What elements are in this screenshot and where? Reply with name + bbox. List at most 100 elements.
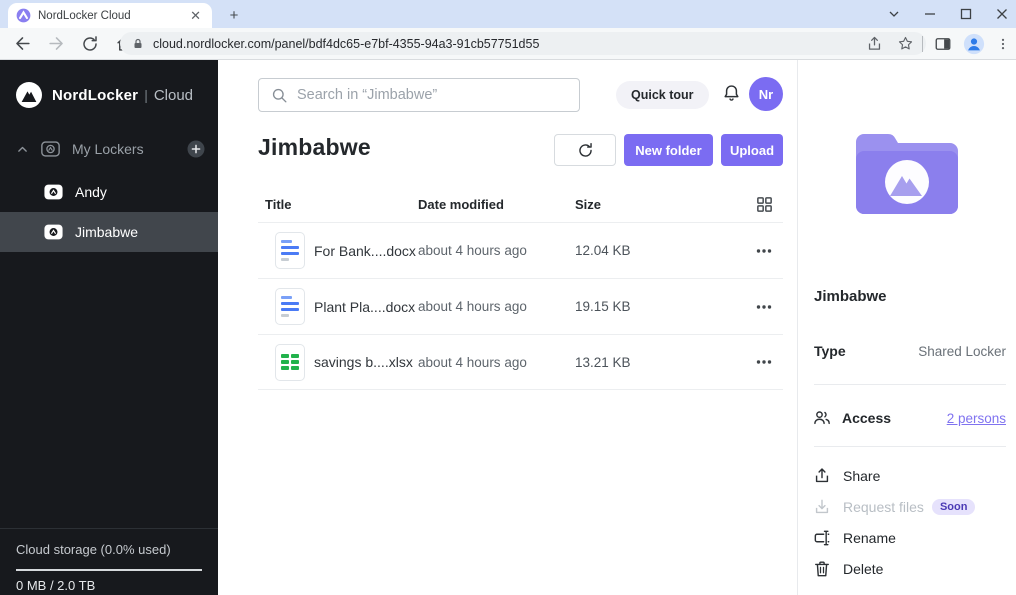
request-files-icon [812, 497, 832, 517]
quick-tour-button[interactable]: Quick tour [616, 81, 709, 109]
share-page-icon[interactable] [866, 35, 883, 52]
brand-suffix: Cloud [153, 86, 194, 104]
file-date: about 4 hours ago [418, 354, 527, 370]
new-tab-button[interactable]: + [224, 5, 244, 25]
file-table: Title Date modified Size For Bank....doc… [258, 186, 783, 390]
site-favicon [16, 8, 31, 23]
access-label: Access [842, 410, 892, 426]
file-size: 12.04 KB [575, 243, 631, 258]
share-label: Share [843, 468, 881, 484]
rename-action[interactable]: Rename [812, 526, 1008, 550]
sidebar-item-locker-jimbabwe[interactable]: Jimbabwe [0, 212, 218, 252]
sidebar-section-label: My Lockers [72, 141, 144, 157]
sidebar: NordLocker | Cloud My Lockers Andy Jimba… [0, 60, 218, 595]
share-icon [812, 466, 832, 486]
add-locker-icon[interactable] [187, 140, 205, 158]
divider [814, 384, 1006, 385]
docx-file-icon [275, 288, 305, 325]
delete-action[interactable]: Delete [812, 557, 1008, 581]
window-maximize-icon[interactable] [960, 8, 972, 20]
locker-outline-icon [41, 141, 60, 157]
window-minimize-icon[interactable] [924, 8, 936, 20]
address-bar[interactable]: cloud.nordlocker.com/panel/bdf4dc65-e7bf… [120, 32, 926, 55]
column-size[interactable]: Size [575, 197, 745, 212]
user-avatar[interactable]: Nr [749, 77, 783, 111]
main-panel: Quick tour Nr Jimbabwe New folder Upload… [218, 60, 797, 595]
sidebar-item-locker-andy[interactable]: Andy [0, 172, 218, 212]
tab-search-chevron-icon[interactable] [888, 8, 900, 20]
sidebar-item-my-lockers[interactable]: My Lockers [0, 130, 218, 168]
trash-icon [812, 559, 832, 579]
docx-file-icon [275, 232, 305, 269]
row-more-icon[interactable] [756, 359, 772, 365]
file-date: about 4 hours ago [418, 243, 527, 258]
grid-view-icon[interactable] [755, 195, 774, 214]
browser-toolbar: cloud.nordlocker.com/panel/bdf4dc65-e7bf… [0, 28, 1016, 60]
details-access-row: Access 2 persons [812, 405, 1006, 431]
forward-icon[interactable] [44, 32, 68, 56]
side-panel-icon[interactable] [934, 35, 952, 53]
row-more-icon[interactable] [756, 304, 772, 310]
browser-tab-strip: NordLocker Cloud ✕ + [0, 0, 1016, 28]
back-icon[interactable] [10, 32, 34, 56]
new-folder-button[interactable]: New folder [624, 134, 713, 166]
brand-divider: | [144, 87, 148, 103]
chevron-up-icon[interactable] [16, 143, 29, 156]
storage-usage: 0 MB / 2.0 TB [16, 578, 96, 593]
file-row[interactable]: savings b....xlsx about 4 hours ago 13.2… [258, 334, 783, 390]
file-size: 13.21 KB [575, 354, 631, 370]
share-action[interactable]: Share [812, 464, 1008, 488]
file-date: about 4 hours ago [418, 299, 527, 314]
locker-name: Andy [75, 184, 107, 200]
bookmark-star-icon[interactable] [897, 35, 914, 52]
storage-meter: Cloud storage (0.0% used) 0 MB / 2.0 TB [0, 528, 218, 595]
details-actions: Share Request files Soon Rename Delete [812, 464, 1008, 581]
browser-menu-icon[interactable] [996, 36, 1010, 52]
column-date-modified[interactable]: Date modified [418, 197, 575, 212]
access-persons-link[interactable]: 2 persons [947, 411, 1006, 426]
window-close-icon[interactable] [996, 8, 1008, 20]
rename-icon [812, 528, 832, 548]
file-name[interactable]: savings b....xlsx [314, 354, 418, 370]
request-files-action: Request files Soon [812, 495, 1008, 519]
tab-title: NordLocker Cloud [38, 9, 131, 22]
row-more-icon[interactable] [756, 248, 772, 254]
toolbar-divider [922, 36, 923, 52]
table-header: Title Date modified Size [258, 186, 783, 222]
type-label: Type [814, 343, 846, 359]
request-files-label: Request files [843, 499, 924, 515]
refresh-button[interactable] [554, 134, 616, 166]
column-title[interactable]: Title [258, 197, 418, 212]
file-name[interactable]: Plant Pla....docx [314, 299, 418, 315]
browser-profile-avatar[interactable] [963, 33, 985, 55]
tab-close-icon[interactable]: ✕ [187, 8, 204, 24]
divider [814, 446, 1006, 447]
locker-icon [44, 184, 63, 200]
nordlocker-logo-icon [16, 82, 42, 108]
ssl-padlock-icon[interactable] [132, 37, 144, 51]
browser-tab[interactable]: NordLocker Cloud ✕ [8, 3, 212, 28]
soon-badge: Soon [931, 499, 976, 515]
search-input[interactable] [259, 79, 579, 111]
app-window: NordLocker | Cloud My Lockers Andy Jimba… [0, 60, 1016, 595]
reload-icon[interactable] [78, 32, 102, 56]
details-type-row: Type Shared Locker [814, 343, 1006, 359]
details-panel: Jimbabwe Type Shared Locker Access 2 per… [797, 60, 1016, 595]
notifications-bell-icon[interactable] [721, 83, 742, 104]
search-box [258, 78, 580, 112]
file-row[interactable]: Plant Pla....docx about 4 hours ago 19.1… [258, 278, 783, 334]
brand-logo: NordLocker | Cloud [16, 82, 193, 108]
type-value: Shared Locker [918, 343, 1006, 359]
storage-progress-bar [16, 569, 202, 571]
file-name[interactable]: For Bank....docx [314, 243, 418, 259]
file-row[interactable]: For Bank....docx about 4 hours ago 12.04… [258, 222, 783, 278]
delete-label: Delete [843, 561, 884, 577]
details-locker-name: Jimbabwe [814, 288, 887, 305]
upload-button[interactable]: Upload [721, 134, 783, 166]
storage-label: Cloud storage (0.0% used) [16, 542, 171, 557]
locker-icon [44, 224, 63, 240]
locker-name: Jimbabwe [75, 224, 139, 240]
locker-folder-icon [848, 126, 966, 218]
file-size: 19.15 KB [575, 299, 631, 314]
url-text[interactable]: cloud.nordlocker.com/panel/bdf4dc65-e7bf… [153, 37, 866, 51]
